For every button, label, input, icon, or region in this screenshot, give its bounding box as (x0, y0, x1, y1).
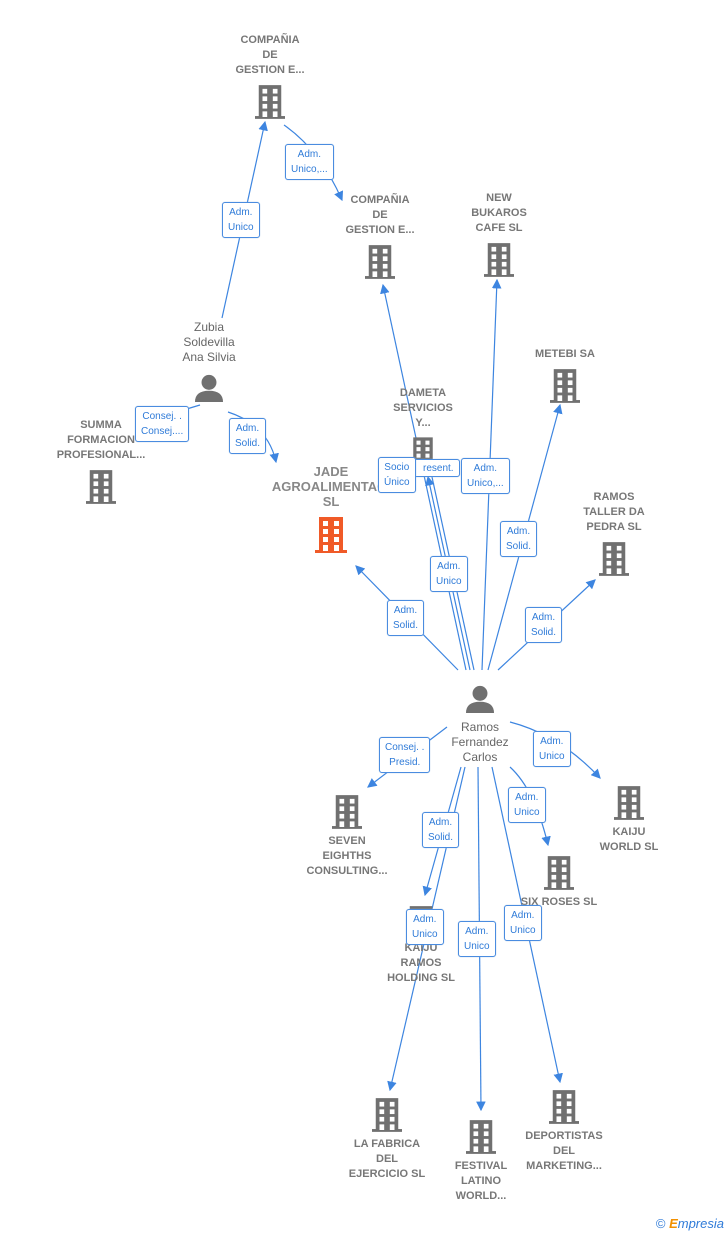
edge-label[interactable]: Adm. Unico (430, 556, 468, 592)
node-ramos-taller[interactable]: RAMOS TALLER DA PEDRA SL (544, 490, 684, 576)
edge-label[interactable]: Adm. Unico (222, 202, 260, 238)
building-icon (466, 1120, 496, 1154)
node-six-roses[interactable]: SIX ROSES SL (489, 856, 629, 910)
node-label: SEVEN EIGHTHS CONSULTING... (306, 835, 388, 877)
edge-label[interactable]: Adm. Unico (508, 787, 546, 823)
node-kaiju-world[interactable]: KAIJU WORLD SL (559, 786, 699, 855)
building-icon (86, 470, 116, 504)
node-seven[interactable]: SEVEN EIGHTHS CONSULTING... (277, 795, 417, 879)
logo-e: E (669, 1216, 678, 1231)
node-dameta[interactable]: DAMETA SERVICIOS Y... (353, 386, 493, 467)
building-icon (332, 795, 362, 829)
person-icon (194, 374, 224, 402)
edge-label[interactable]: Consej. . Consej.... (135, 406, 190, 442)
building-icon (544, 856, 574, 890)
edge-label[interactable]: Adm. Unico (533, 731, 571, 767)
edge-label[interactable]: Adm. Solid. (422, 812, 460, 848)
node-label: METEBI SA (535, 348, 595, 360)
node-label: DEPORTISTAS DEL MARKETING... (525, 1130, 603, 1172)
node-label: Ramos Fernandez Carlos (451, 720, 509, 764)
node-compania1[interactable]: COMPAÑIA DE GESTION E... (200, 33, 340, 119)
edge-label[interactable]: Adm. Solid. (229, 418, 267, 454)
edge-label[interactable]: Adm. Unico (406, 909, 444, 945)
edge-label[interactable]: Adm. Unico,... (285, 144, 334, 180)
building-icon (484, 243, 514, 277)
node-label: COMPAÑIA DE GESTION E... (235, 34, 305, 76)
edges-layer (149, 120, 601, 1112)
node-label: NEW BUKAROS CAFE SL (471, 192, 527, 234)
network-diagram: COMPAÑIA DE GESTION E... COMPAÑIA DE GES… (0, 0, 728, 1235)
edge-label[interactable]: resent. (408, 459, 460, 477)
logo-text: mpresia (677, 1216, 724, 1231)
node-metebi[interactable]: METEBI SA (495, 347, 635, 403)
person-icon (465, 685, 495, 713)
node-zubia[interactable]: Zubia Soldevilla Ana Silvia (139, 320, 279, 402)
node-new-bukaros[interactable]: NEW BUKAROS CAFE SL (429, 191, 569, 277)
edge-label[interactable]: Socio Único (378, 457, 416, 493)
edge-label[interactable]: Adm. Solid. (500, 521, 538, 557)
building-icon (365, 245, 395, 279)
building-icon (549, 1090, 579, 1124)
node-label: RAMOS TALLER DA PEDRA SL (583, 491, 645, 533)
building-icon (599, 542, 629, 576)
building-icon (255, 85, 285, 119)
edge-label[interactable]: Adm. Unico (504, 905, 542, 941)
node-ramos-carlos[interactable]: Ramos Fernandez Carlos (410, 685, 550, 765)
node-label: Zubia Soldevilla Ana Silvia (182, 320, 236, 364)
building-icon (315, 517, 347, 553)
edge-label[interactable]: Adm. Unico (458, 921, 496, 957)
building-icon (372, 1098, 402, 1132)
copyright-symbol: © (655, 1216, 666, 1231)
building-icon (614, 786, 644, 820)
edge-label[interactable]: Adm. Solid. (387, 600, 425, 636)
node-label: KAIJU WORLD SL (599, 826, 659, 853)
node-deportistas[interactable]: DEPORTISTAS DEL MARKETING... (494, 1090, 634, 1174)
edge-label[interactable]: Adm. Solid. (525, 607, 563, 643)
edge-label[interactable]: Adm. Unico,... (461, 458, 510, 494)
empresia-logo: © Empresia (656, 1216, 724, 1231)
building-icon (550, 369, 580, 403)
node-label: DAMETA SERVICIOS Y... (393, 387, 453, 429)
edge-label[interactable]: Consej. . Presid. (379, 737, 431, 773)
